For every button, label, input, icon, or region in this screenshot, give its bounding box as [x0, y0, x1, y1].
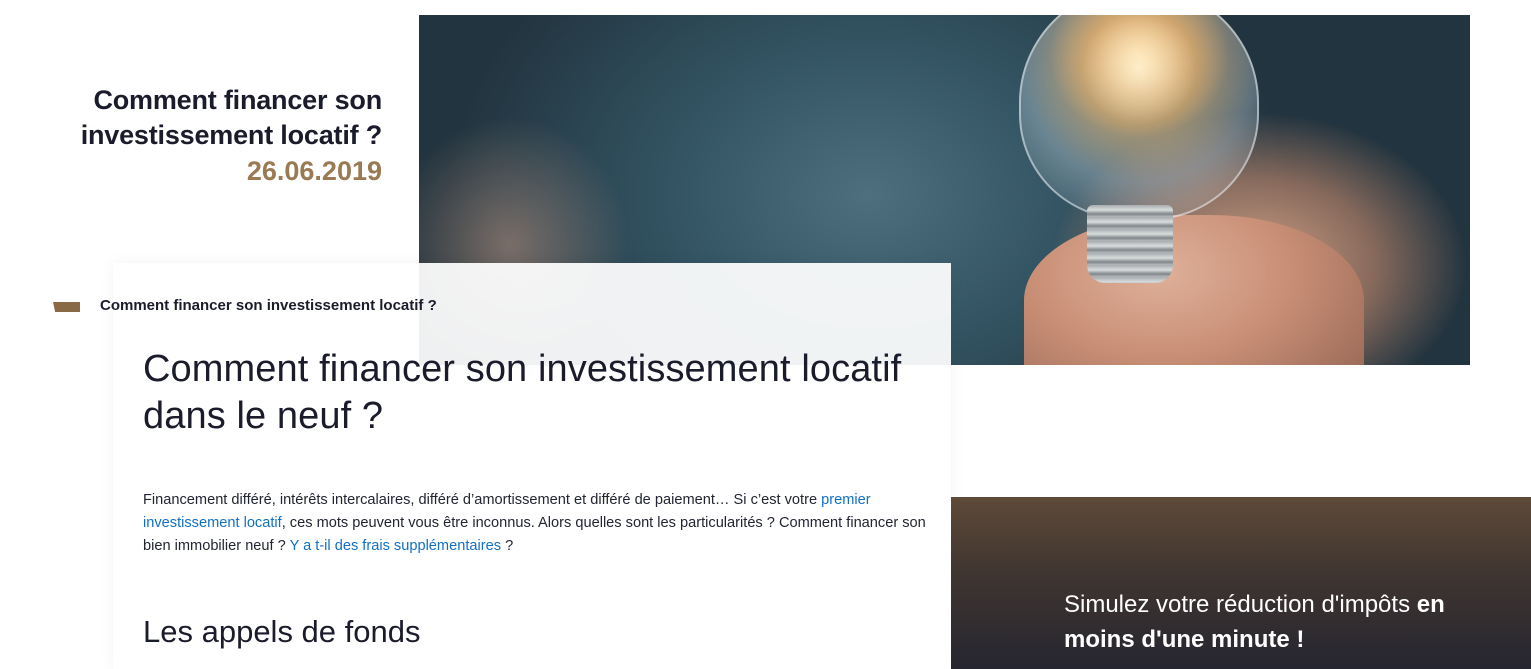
cta-text-normal: Simulez votre réduction d'impôts [1064, 591, 1417, 618]
section-title: Les appels de fonds [143, 614, 421, 649]
cta-text[interactable]: Simulez votre réduction d'impôts en moin… [1064, 587, 1484, 657]
page: Comment financer son investissement loca… [0, 0, 1531, 669]
breadcrumb-marker-icon [53, 302, 80, 312]
link-frais-supplementaires[interactable]: Y a t-il des frais supplémentaires [290, 538, 501, 554]
intro-text-1: Financement différé, intérêts intercalai… [143, 492, 822, 508]
intro-text-3: ? [501, 538, 514, 554]
hand-shape [1024, 215, 1364, 365]
article-card [113, 263, 951, 669]
simulator-cta-panel[interactable]: Simulez votre réduction d'impôts en moin… [951, 497, 1531, 669]
page-header-title: Comment financer son investissement loca… [80, 85, 382, 150]
lightbulb-icon [1019, 15, 1259, 220]
breadcrumb[interactable]: Comment financer son investissement loca… [100, 296, 437, 316]
publication-date: 26.06.2019 [246, 156, 382, 186]
lightbulb-base-shape [1087, 205, 1173, 283]
article-intro: Financement différé, intérêts intercalai… [143, 489, 933, 558]
article-title: Comment financer son investissement loca… [143, 348, 902, 437]
